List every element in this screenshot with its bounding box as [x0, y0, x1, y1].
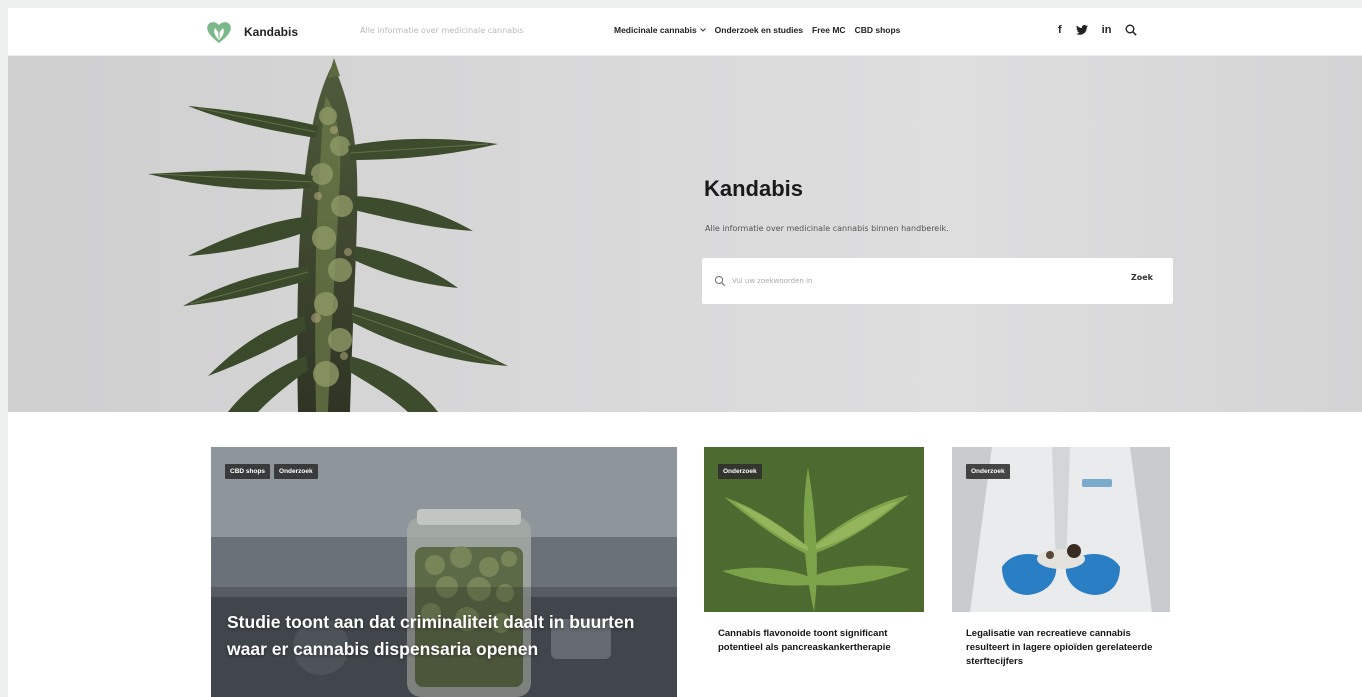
main-nav: Medicinale cannabis Onderzoek en studies…	[614, 25, 900, 35]
site-name: Kandabis	[244, 25, 299, 39]
article-title[interactable]: Cannabis flavonoide toont significant po…	[718, 627, 908, 655]
search-button[interactable]: Zoek	[1131, 273, 1153, 282]
article-title[interactable]: Studie toont aan dat criminaliteit daalt…	[227, 609, 667, 663]
social-links: f in	[1058, 23, 1138, 37]
tag-onderzoek[interactable]: Onderzoek	[274, 464, 318, 479]
article-card[interactable]: Onderzoek Legalisatie van recreatieve ca…	[952, 447, 1170, 697]
article-card-featured[interactable]: CBD shops Onderzoek Studie toont aan dat…	[211, 447, 677, 697]
article-tags: Onderzoek	[966, 464, 1010, 479]
article-tags: Onderzoek	[718, 464, 762, 479]
article-card[interactable]: Onderzoek Cannabis flavonoide toont sign…	[704, 447, 924, 697]
heart-leaf-logo-icon	[207, 22, 231, 43]
nav-item-medicinale-cannabis[interactable]: Medicinale cannabis	[614, 25, 706, 35]
featured-articles: CBD shops Onderzoek Studie toont aan dat…	[8, 412, 1362, 697]
hero-subtitle: Alle informatie over medicinale cannabis…	[705, 224, 949, 233]
tag-onderzoek[interactable]: Onderzoek	[966, 464, 1010, 479]
article-tags: CBD shops Onderzoek	[225, 464, 318, 479]
facebook-icon[interactable]: f	[1058, 23, 1062, 37]
linkedin-icon[interactable]: in	[1102, 23, 1112, 37]
tag-onderzoek[interactable]: Onderzoek	[718, 464, 762, 479]
nav-item-label: Medicinale cannabis	[614, 25, 697, 35]
cannabis-plant-image	[148, 58, 508, 412]
search-icon	[714, 275, 726, 287]
nav-item-label: CBD shops	[854, 25, 901, 35]
site-tagline: Alle informatie over medicinale cannabis	[360, 26, 524, 35]
site-header: Kandabis Alle informatie over medicinale…	[8, 8, 1362, 56]
twitter-icon[interactable]	[1075, 25, 1088, 35]
nav-item-label: Free MC	[812, 25, 846, 35]
chevron-down-icon	[699, 28, 706, 32]
nav-item-cbd-shops[interactable]: CBD shops	[855, 25, 901, 35]
search-icon[interactable]	[1125, 24, 1138, 36]
site-logo[interactable]: Kandabis	[206, 20, 298, 44]
article-title[interactable]: Legalisatie van recreatieve cannabis res…	[966, 627, 1156, 669]
tag-cbd-shops[interactable]: CBD shops	[225, 464, 271, 479]
search-bar: Zoek	[702, 258, 1173, 304]
nav-item-onderzoek-en-studies[interactable]: Onderzoek en studies	[715, 25, 803, 35]
nav-item-label: Onderzoek en studies	[714, 25, 804, 35]
page-frame: Kandabis Alle informatie over medicinale…	[8, 8, 1362, 697]
search-input[interactable]	[732, 271, 1062, 291]
nav-item-free-mc[interactable]: Free MC	[812, 25, 846, 35]
hero-banner: Kandabis Alle informatie over medicinale…	[8, 56, 1362, 412]
hero-title: Kandabis	[704, 176, 804, 201]
